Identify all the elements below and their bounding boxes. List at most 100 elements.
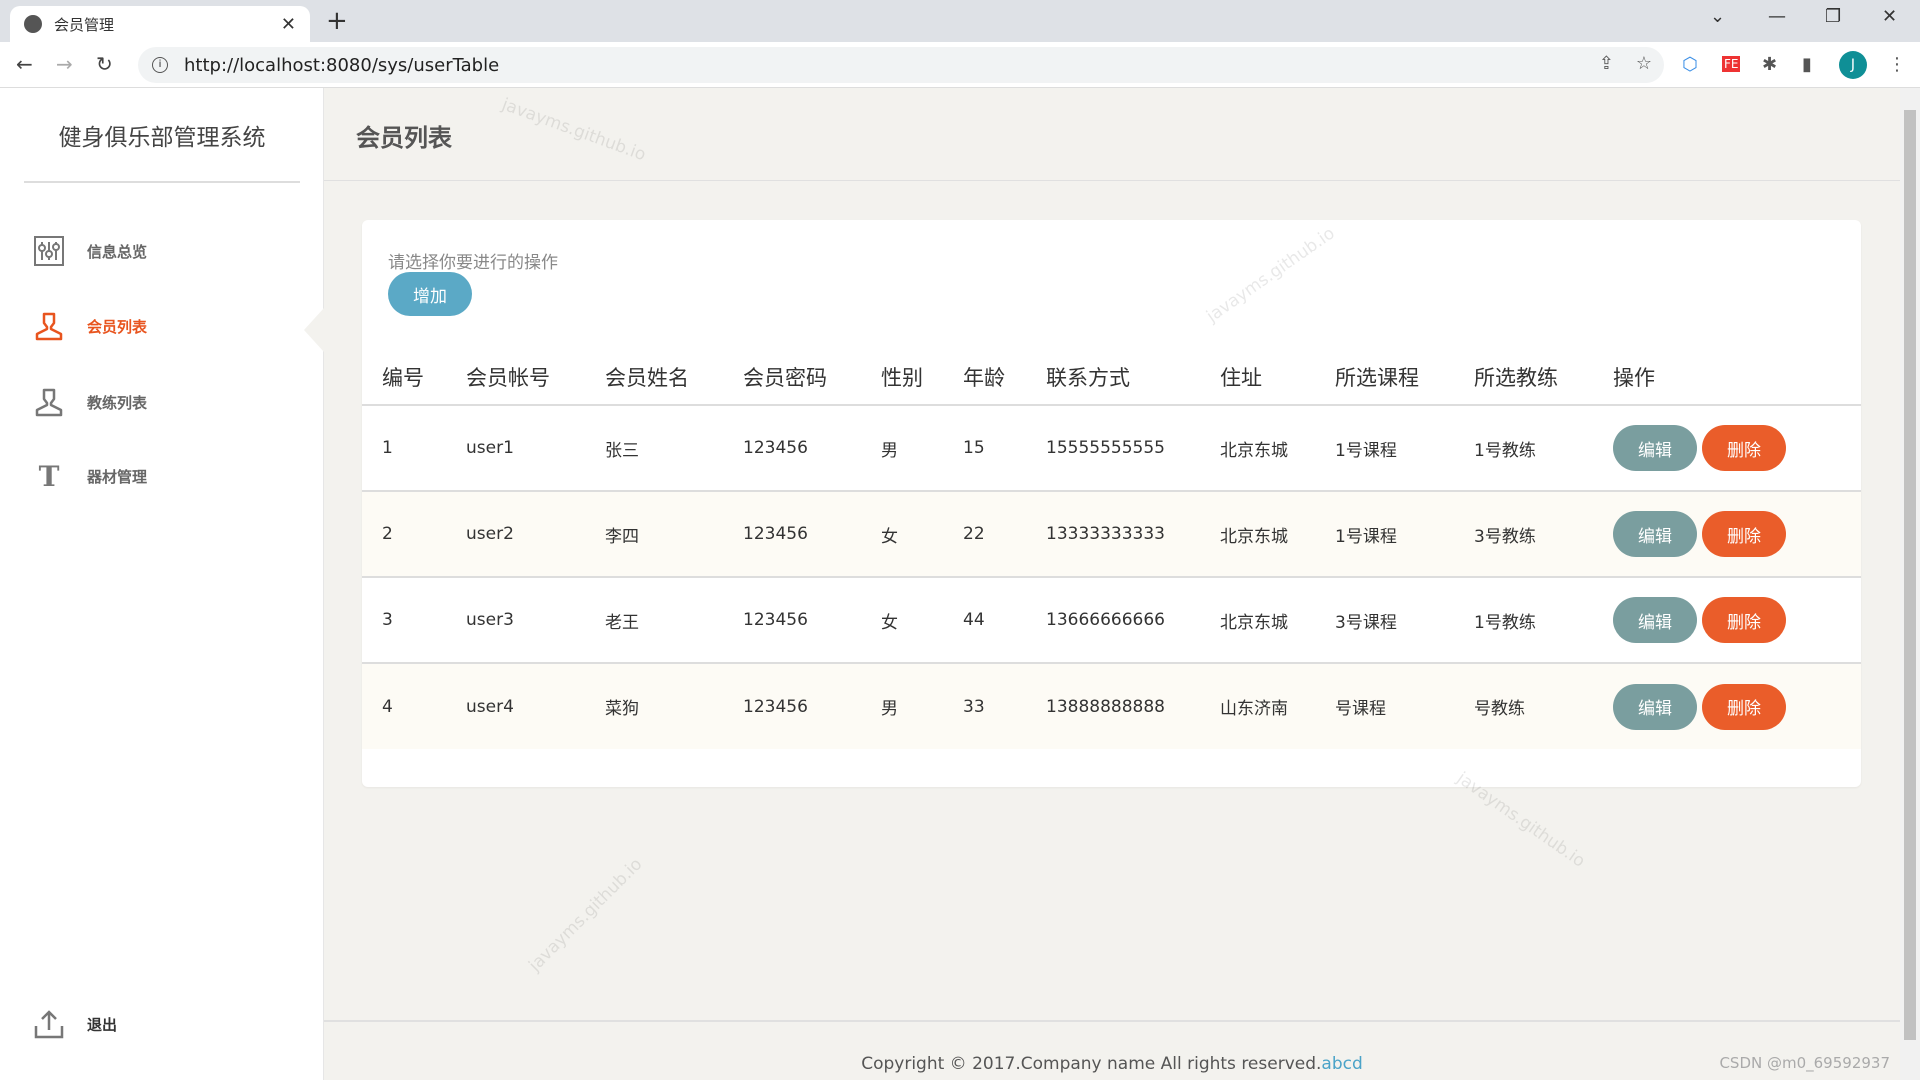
actions-cell: 编辑 删除 [1593, 491, 1861, 578]
user-icon [33, 310, 65, 342]
fe-extension-icon[interactable]: FE [1722, 56, 1741, 72]
restore-icon[interactable]: ❐ [1825, 6, 1841, 27]
add-button[interactable]: 增加 [388, 272, 472, 316]
table-cell: 123456 [723, 405, 861, 492]
url-text: http://localhost:8080/sys/userTable [184, 54, 500, 76]
sidebar-item-coaches[interactable]: 教练列表 [33, 386, 147, 418]
table-cell: 1号教练 [1454, 577, 1593, 664]
table-cell: 13666666666 [1026, 577, 1200, 664]
back-icon[interactable]: ← [16, 52, 33, 76]
address-bar-row: ← → ↻ i http://localhost:8080/sys/userTa… [0, 42, 1920, 88]
table-cell: 男 [861, 405, 943, 492]
csdn-watermark: CSDN @m0_69592937 [1719, 1054, 1890, 1072]
table-cell: 1号课程 [1315, 405, 1454, 492]
extension-icon[interactable]: ⬡ [1682, 54, 1698, 75]
delete-button[interactable]: 删除 [1702, 597, 1786, 643]
puzzle-icon[interactable]: ✱ [1762, 54, 1777, 75]
delete-button[interactable]: 删除 [1702, 511, 1786, 557]
sidebar: 健身俱乐部管理系统 信息总览 会员列表 教练列表 T 器材管理 退出 [0, 88, 324, 1080]
sidebar-item-label: 器材管理 [87, 467, 148, 486]
table-row: 3 user3 老王 123456 女 44 13666666666 北京东城 3号课程 1号教练… [362, 577, 1861, 664]
table-cell: 1号课程 [1315, 491, 1454, 578]
column-header: 会员密码 [723, 350, 861, 406]
table-cell: user4 [446, 663, 585, 749]
sidebar-item-label: 会员列表 [87, 317, 148, 336]
table-cell: 3 [362, 577, 446, 664]
column-header: 会员帐号 [446, 350, 585, 406]
table-cell: 123456 [723, 577, 861, 664]
edit-button[interactable]: 编辑 [1613, 425, 1697, 471]
upload-icon [33, 1008, 65, 1040]
table-cell: 北京东城 [1200, 491, 1315, 578]
table-cell: 22 [943, 491, 1026, 578]
edit-button[interactable]: 编辑 [1613, 597, 1697, 643]
table-cell: 33 [943, 663, 1026, 749]
delete-button[interactable]: 删除 [1702, 683, 1786, 730]
table-cell: 北京东城 [1200, 577, 1315, 664]
close-window-icon[interactable]: ✕ [1882, 6, 1897, 27]
column-header: 联系方式 [1026, 350, 1200, 406]
member-card: 请选择你要进行的操作 增加 编号 会员帐号 会员姓名 会员密码 性别 年龄 联系方式 住址 所选… [362, 220, 1861, 787]
table-cell: 老王 [585, 577, 723, 664]
column-header: 住址 [1200, 350, 1315, 406]
table-cell: 3号课程 [1315, 577, 1454, 664]
share-icon[interactable]: ⇪ [1599, 53, 1614, 74]
column-header: 性别 [861, 350, 943, 406]
close-tab-icon[interactable]: ✕ [281, 14, 296, 35]
table-cell: 女 [861, 491, 943, 578]
table-cell: 张三 [585, 405, 723, 492]
actions-cell: 编辑 删除 [1593, 577, 1861, 664]
side-panel-icon[interactable]: ▮ [1802, 54, 1812, 75]
footer-link[interactable]: abcd [1321, 1054, 1362, 1074]
action-hint: 请选择你要进行的操作 [388, 253, 558, 273]
url-input[interactable]: i http://localhost:8080/sys/userTable ⇪ … [138, 47, 1664, 83]
table-cell: 李四 [585, 491, 723, 578]
logout-button[interactable]: 退出 [33, 1008, 117, 1040]
sidebar-item-equipment[interactable]: T 器材管理 [33, 460, 148, 493]
table-cell: 123456 [723, 663, 861, 749]
delete-button[interactable]: 删除 [1702, 425, 1786, 471]
table-row: 4 user4 菜狗 123456 男 33 13888888888 山东济南 号课程 号教练 编辑… [362, 663, 1861, 749]
brand-title: 健身俱乐部管理系统 [58, 125, 266, 151]
globe-icon [24, 15, 42, 33]
copyright-text: Copyright © 2017.Company name All rights… [861, 1054, 1322, 1074]
column-header: 会员姓名 [585, 350, 723, 406]
menu-icon[interactable]: ⋮ [1888, 54, 1906, 75]
page-title: 会员列表 [356, 124, 452, 152]
table-cell: 菜狗 [585, 663, 723, 749]
table-cell: 15555555555 [1026, 405, 1200, 492]
browser-tab[interactable]: 会员管理 ✕ [10, 6, 310, 42]
sidebar-item-label: 教练列表 [87, 393, 148, 412]
scrollbar[interactable] [1900, 88, 1920, 1080]
new-tab-icon[interactable]: + [326, 6, 348, 36]
table-cell: 4 [362, 663, 446, 749]
profile-avatar[interactable]: J [1839, 51, 1867, 79]
active-pointer [304, 308, 324, 352]
reload-icon[interactable]: ↻ [96, 52, 113, 76]
table-cell: 2 [362, 491, 446, 578]
info-icon[interactable]: i [152, 57, 168, 73]
star-icon[interactable]: ☆ [1636, 53, 1652, 74]
table-cell: user2 [446, 491, 585, 578]
sidebar-item-label: 信息总览 [87, 242, 148, 261]
sidebar-item-overview[interactable]: 信息总览 [33, 235, 147, 267]
divider [24, 181, 300, 183]
tab-title: 会员管理 [54, 15, 115, 34]
forward-icon[interactable]: → [56, 52, 73, 76]
table-row: 1 user1 张三 123456 男 15 15555555555 北京东城 1号课程 1号教练… [362, 405, 1861, 492]
sliders-icon [33, 235, 65, 267]
table-cell: 3号教练 [1454, 491, 1593, 578]
edit-button[interactable]: 编辑 [1613, 511, 1697, 557]
column-header: 年龄 [943, 350, 1026, 406]
watermark: javayms.github.io [525, 854, 647, 976]
scrollbar-thumb[interactable] [1904, 110, 1916, 1040]
column-header: 操作 [1593, 350, 1861, 406]
table-row: 2 user2 李四 123456 女 22 13333333333 北京东城 1号课程 3号教练… [362, 491, 1861, 578]
edit-button[interactable]: 编辑 [1613, 683, 1697, 730]
table-cell: user3 [446, 577, 585, 664]
table-cell: 号课程 [1315, 663, 1454, 749]
minimize-icon[interactable]: — [1768, 6, 1786, 27]
chevron-down-icon[interactable]: ⌄ [1710, 6, 1725, 27]
sidebar-item-members[interactable]: 会员列表 [33, 310, 147, 342]
logout-label: 退出 [87, 1015, 118, 1034]
